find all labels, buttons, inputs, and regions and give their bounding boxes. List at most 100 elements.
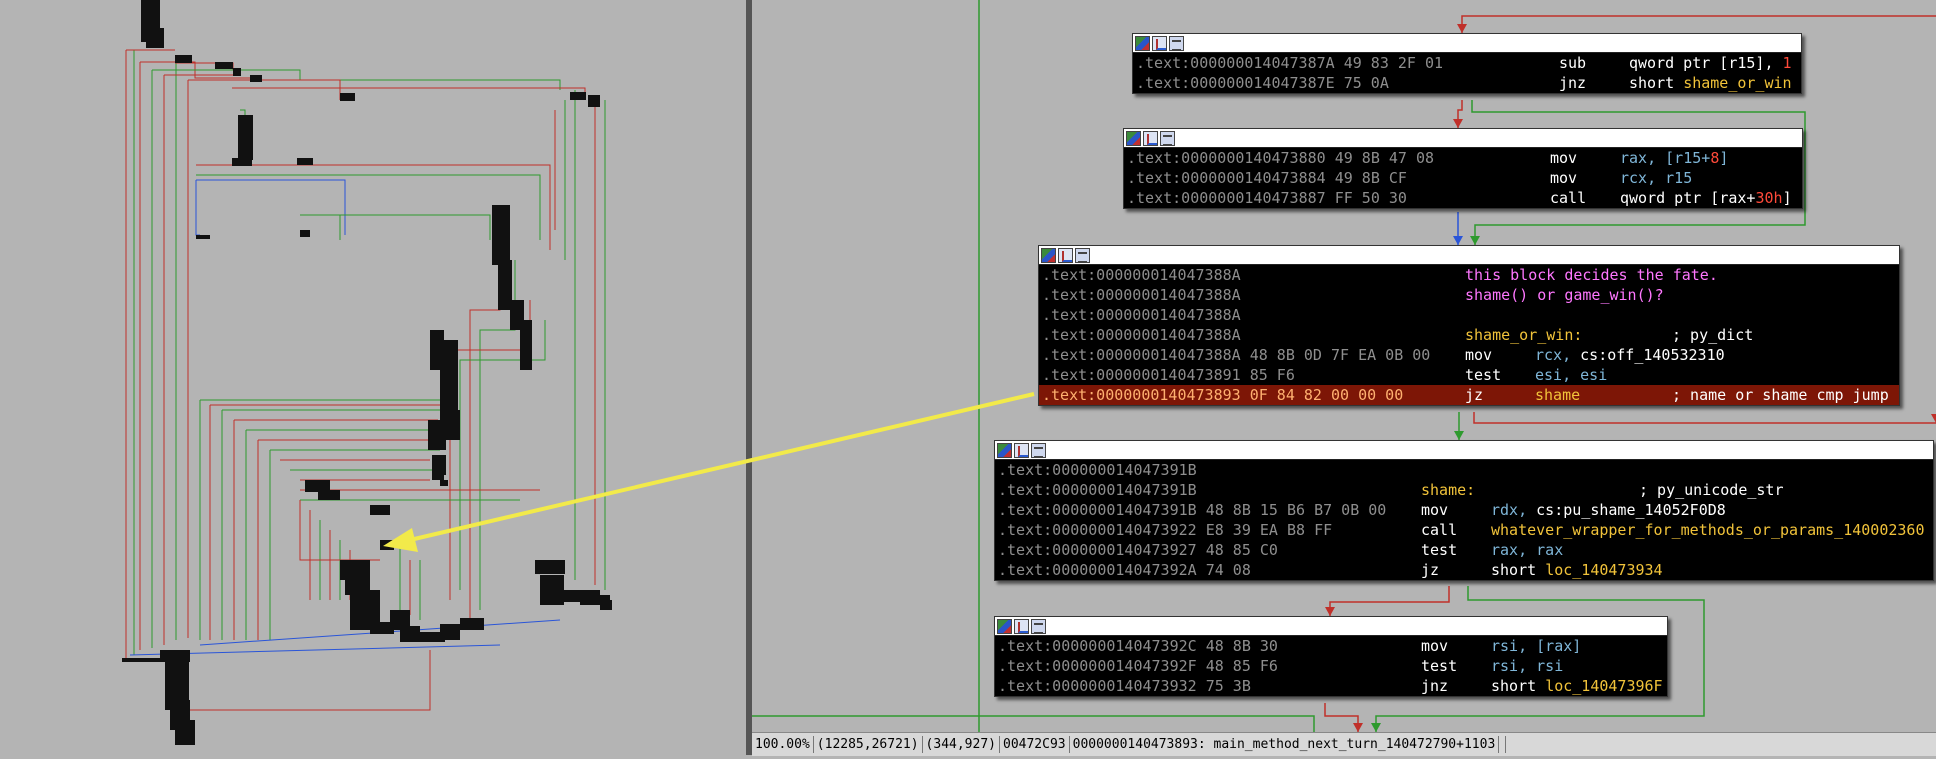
asm-line[interactable]: .text:0000000140473893 0F 84 82 00 00 00… xyxy=(1039,385,1899,405)
graph-color-icon[interactable] xyxy=(1041,247,1056,263)
asm-operands[interactable]: short loc_140473934 xyxy=(1491,560,1663,580)
asm-line[interactable]: .text:000000014047388A 48 8B 0D 7F EA 0B… xyxy=(1039,345,1899,365)
overview-block[interactable] xyxy=(432,470,444,480)
asm-address: .text:000000014047391B xyxy=(998,481,1197,499)
overview-block[interactable] xyxy=(300,230,310,237)
asm-operands[interactable]: rsi, rsi xyxy=(1491,656,1563,676)
operand-part: qword ptr [rax+ xyxy=(1620,189,1756,207)
overview-block[interactable] xyxy=(175,55,192,63)
graph-color-icon[interactable] xyxy=(997,442,1012,458)
graph-view-pane[interactable]: .text:000000014047387A 49 83 2F 01 sub qwo… xyxy=(752,0,1936,732)
asm-address: .text:0000000140473893 0F 84 82 00 00 00 xyxy=(1042,386,1404,404)
overview-block[interactable] xyxy=(520,320,532,370)
overview-block[interactable] xyxy=(570,92,586,100)
list-view-icon[interactable] xyxy=(1169,35,1184,51)
list-view-icon[interactable] xyxy=(1031,442,1046,458)
code-block-sub-jnz[interactable]: .text:000000014047387A 49 83 2F 01 sub qwo… xyxy=(1132,33,1802,94)
rename-icon[interactable] xyxy=(1143,130,1158,146)
asm-operands[interactable]: rcx, cs:off_140532310 xyxy=(1535,345,1725,365)
asm-line[interactable]: .text:0000000140473927 48 85 C0 test rax, … xyxy=(995,540,1933,560)
graph-overview-pane[interactable] xyxy=(0,0,746,755)
overview-block[interactable] xyxy=(588,95,600,107)
asm-line[interactable]: .text:000000014047391B shame: ; py_unicode… xyxy=(995,480,1933,500)
rename-icon[interactable] xyxy=(1014,618,1029,634)
asm-operands[interactable]: rdx, cs:pu_shame_14052F0D8 xyxy=(1491,500,1726,520)
asm-line[interactable]: .text:000000014047392C 48 8B 30 mov rsi, [… xyxy=(995,636,1667,656)
asm-line[interactable]: .text:000000014047388A xyxy=(1039,305,1899,325)
asm-operands[interactable]: short shame_or_win xyxy=(1629,73,1792,93)
asm-line[interactable]: .text:000000014047387A 49 83 2F 01 sub qwo… xyxy=(1133,53,1801,73)
overview-block[interactable] xyxy=(380,540,394,550)
asm-operands[interactable]: whatever_wrapper_for_methods_or_params_1… xyxy=(1491,520,1924,540)
asm-operands[interactable]: rsi, [rax] xyxy=(1491,636,1581,656)
asm-line[interactable]: .text:000000014047388A shame_or_win: ; py_… xyxy=(1039,325,1899,345)
overview-block[interactable] xyxy=(340,560,370,580)
list-view-icon[interactable] xyxy=(1160,130,1175,146)
list-view-icon[interactable] xyxy=(1031,618,1046,634)
overview-block[interactable] xyxy=(196,235,210,239)
asm-line[interactable]: .text:000000014047388A this block decides… xyxy=(1039,265,1899,285)
operand-part: 30h xyxy=(1755,189,1783,207)
rename-icon[interactable] xyxy=(1152,35,1167,51)
asm-mnemonic: mov xyxy=(1465,346,1493,364)
overview-block[interactable] xyxy=(122,658,162,662)
list-view-icon[interactable] xyxy=(1075,247,1090,263)
asm-operands[interactable]: short loc_14047396F xyxy=(1491,676,1663,696)
asm-line[interactable]: .text:000000014047392A 74 08 jz short loc_… xyxy=(995,560,1933,580)
overview-block[interactable] xyxy=(175,720,195,745)
asm-line[interactable]: .text:000000014047391B 48 8B 15 B6 B7 0B… xyxy=(995,500,1933,520)
asm-label[interactable]: shame: xyxy=(1421,480,1475,500)
overview-block[interactable] xyxy=(600,600,612,610)
rename-icon[interactable] xyxy=(1058,247,1073,263)
overview-block[interactable] xyxy=(370,505,390,515)
graph-color-icon[interactable] xyxy=(1126,130,1141,146)
asm-line[interactable]: .text:0000000140473922 E8 39 EA B8 FF cal… xyxy=(995,520,1933,540)
overview-block[interactable] xyxy=(238,115,253,160)
asm-line[interactable]: .text:0000000140473932 75 3B jnz short loc… xyxy=(995,676,1667,696)
code-block-mov-call[interactable]: .text:0000000140473880 49 8B 47 08 mov rax… xyxy=(1123,128,1803,209)
overview-block[interactable] xyxy=(440,480,448,486)
asm-address: .text:000000014047388A 48 8B 0D 7F EA 0B… xyxy=(1042,346,1431,364)
overview-block[interactable] xyxy=(446,410,460,440)
asm-line[interactable]: .text:0000000140473887 FF 50 30 call qword… xyxy=(1124,188,1802,208)
overview-block[interactable] xyxy=(232,158,252,166)
graph-overview-map[interactable] xyxy=(0,0,746,755)
operand-part: short xyxy=(1629,74,1684,92)
asm-line[interactable]: .text:000000014047392F 48 85 F6 test rsi, … xyxy=(995,656,1667,676)
overview-block[interactable] xyxy=(430,330,444,370)
asm-operands[interactable]: qword ptr [r15], 1 xyxy=(1629,53,1792,73)
asm-operands[interactable]: qword ptr [rax+30h] xyxy=(1620,188,1792,208)
asm-line[interactable]: .text:0000000140473891 85 F6 test esi, esi xyxy=(1039,365,1899,385)
asm-line[interactable]: .text:000000014047387E 75 0A jnz short sha… xyxy=(1133,73,1801,93)
asm-operands[interactable]: rcx, r15 xyxy=(1620,168,1692,188)
overview-block[interactable] xyxy=(535,560,565,574)
overview-block[interactable] xyxy=(250,75,262,82)
overview-block[interactable] xyxy=(492,205,510,265)
code-block-mov-test-jnz[interactable]: .text:000000014047392C 48 8B 30 mov rsi, [… xyxy=(994,616,1668,697)
overview-block[interactable] xyxy=(318,490,340,500)
asm-operands[interactable]: rax, rax xyxy=(1491,540,1563,560)
code-block-shame[interactable]: .text:000000014047391B .text:000000014047… xyxy=(994,440,1934,581)
overview-block[interactable] xyxy=(297,158,313,165)
rename-icon[interactable] xyxy=(1014,442,1029,458)
code-block-shame-or-win[interactable]: .text:000000014047388A this block decides… xyxy=(1038,245,1900,406)
overview-block[interactable] xyxy=(440,624,460,640)
overview-block[interactable] xyxy=(340,93,355,101)
asm-operands[interactable]: shame xyxy=(1535,385,1580,405)
asm-line[interactable]: .text:000000014047391B xyxy=(995,460,1933,480)
overview-block[interactable] xyxy=(155,40,163,48)
asm-label[interactable]: shame_or_win: xyxy=(1465,325,1582,345)
overview-block[interactable] xyxy=(498,260,512,310)
asm-line[interactable]: .text:0000000140473880 49 8B 47 08 mov rax… xyxy=(1124,148,1802,168)
asm-address: .text:000000014047392C 48 8B 30 xyxy=(998,637,1278,655)
overview-block[interactable] xyxy=(460,618,484,630)
asm-operands[interactable]: esi, esi xyxy=(1535,365,1607,385)
asm-line[interactable]: .text:0000000140473884 49 8B CF mov rcx, r… xyxy=(1124,168,1802,188)
asm-operands[interactable]: rax, [r15+8] xyxy=(1620,148,1728,168)
overview-block[interactable] xyxy=(215,62,233,69)
overview-block[interactable] xyxy=(428,420,446,450)
asm-line[interactable]: .text:000000014047388A shame() or game_wi… xyxy=(1039,285,1899,305)
graph-color-icon[interactable] xyxy=(997,618,1012,634)
graph-color-icon[interactable] xyxy=(1135,35,1150,51)
overview-block[interactable] xyxy=(233,68,241,76)
